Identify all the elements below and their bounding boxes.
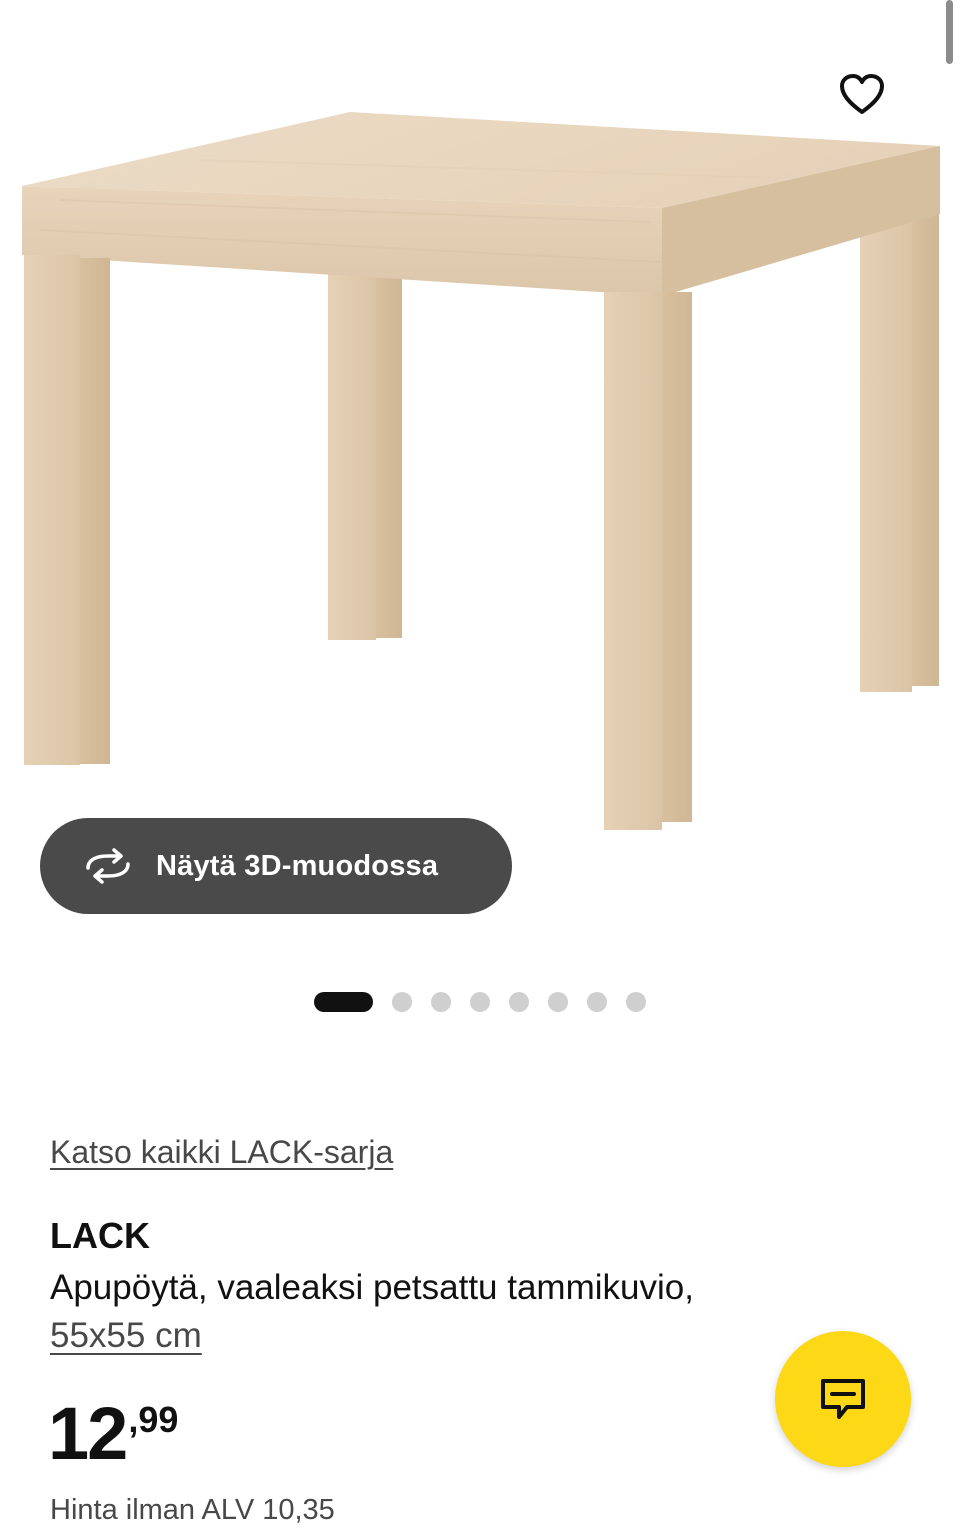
table-illustration <box>22 112 940 830</box>
product-description: Apupöytä, vaaleaksi petsattu tammikuvio, <box>50 1268 694 1307</box>
product-image[interactable] <box>0 0 960 960</box>
series-link[interactable]: Katso kaikki LACK-sarja <box>50 1134 393 1171</box>
chat-bubble-icon <box>821 1379 865 1419</box>
carousel-dot[interactable] <box>626 992 646 1012</box>
price: 12 ,99 <box>48 1396 178 1472</box>
carousel-dot[interactable] <box>548 992 568 1012</box>
product-page: Näytä 3D-muodossa Katso kaikki LACK-sarj… <box>0 0 960 1528</box>
favorite-button[interactable] <box>832 64 892 124</box>
price-without-vat: Hinta ilman ALV 10,35 <box>50 1494 335 1526</box>
view-3d-label: Näytä 3D-muodossa <box>156 849 439 882</box>
chat-button[interactable] <box>775 1331 911 1467</box>
product-size-link[interactable]: 55x55 cm <box>50 1312 202 1360</box>
price-integer: 12 <box>48 1392 128 1475</box>
heart-outline-icon <box>840 74 884 114</box>
rotate-3d-icon <box>82 846 134 886</box>
view-3d-button[interactable]: Näytä 3D-muodossa <box>40 818 512 914</box>
carousel-dot[interactable] <box>470 992 490 1012</box>
product-name: LACK <box>50 1215 150 1256</box>
carousel-dot[interactable] <box>431 992 451 1012</box>
carousel-dot-active[interactable] <box>314 992 373 1012</box>
carousel-dot[interactable] <box>392 992 412 1012</box>
price-decimals: ,99 <box>128 1399 179 1440</box>
carousel-dot[interactable] <box>587 992 607 1012</box>
carousel-dot[interactable] <box>509 992 529 1012</box>
carousel-dots <box>314 991 665 1013</box>
